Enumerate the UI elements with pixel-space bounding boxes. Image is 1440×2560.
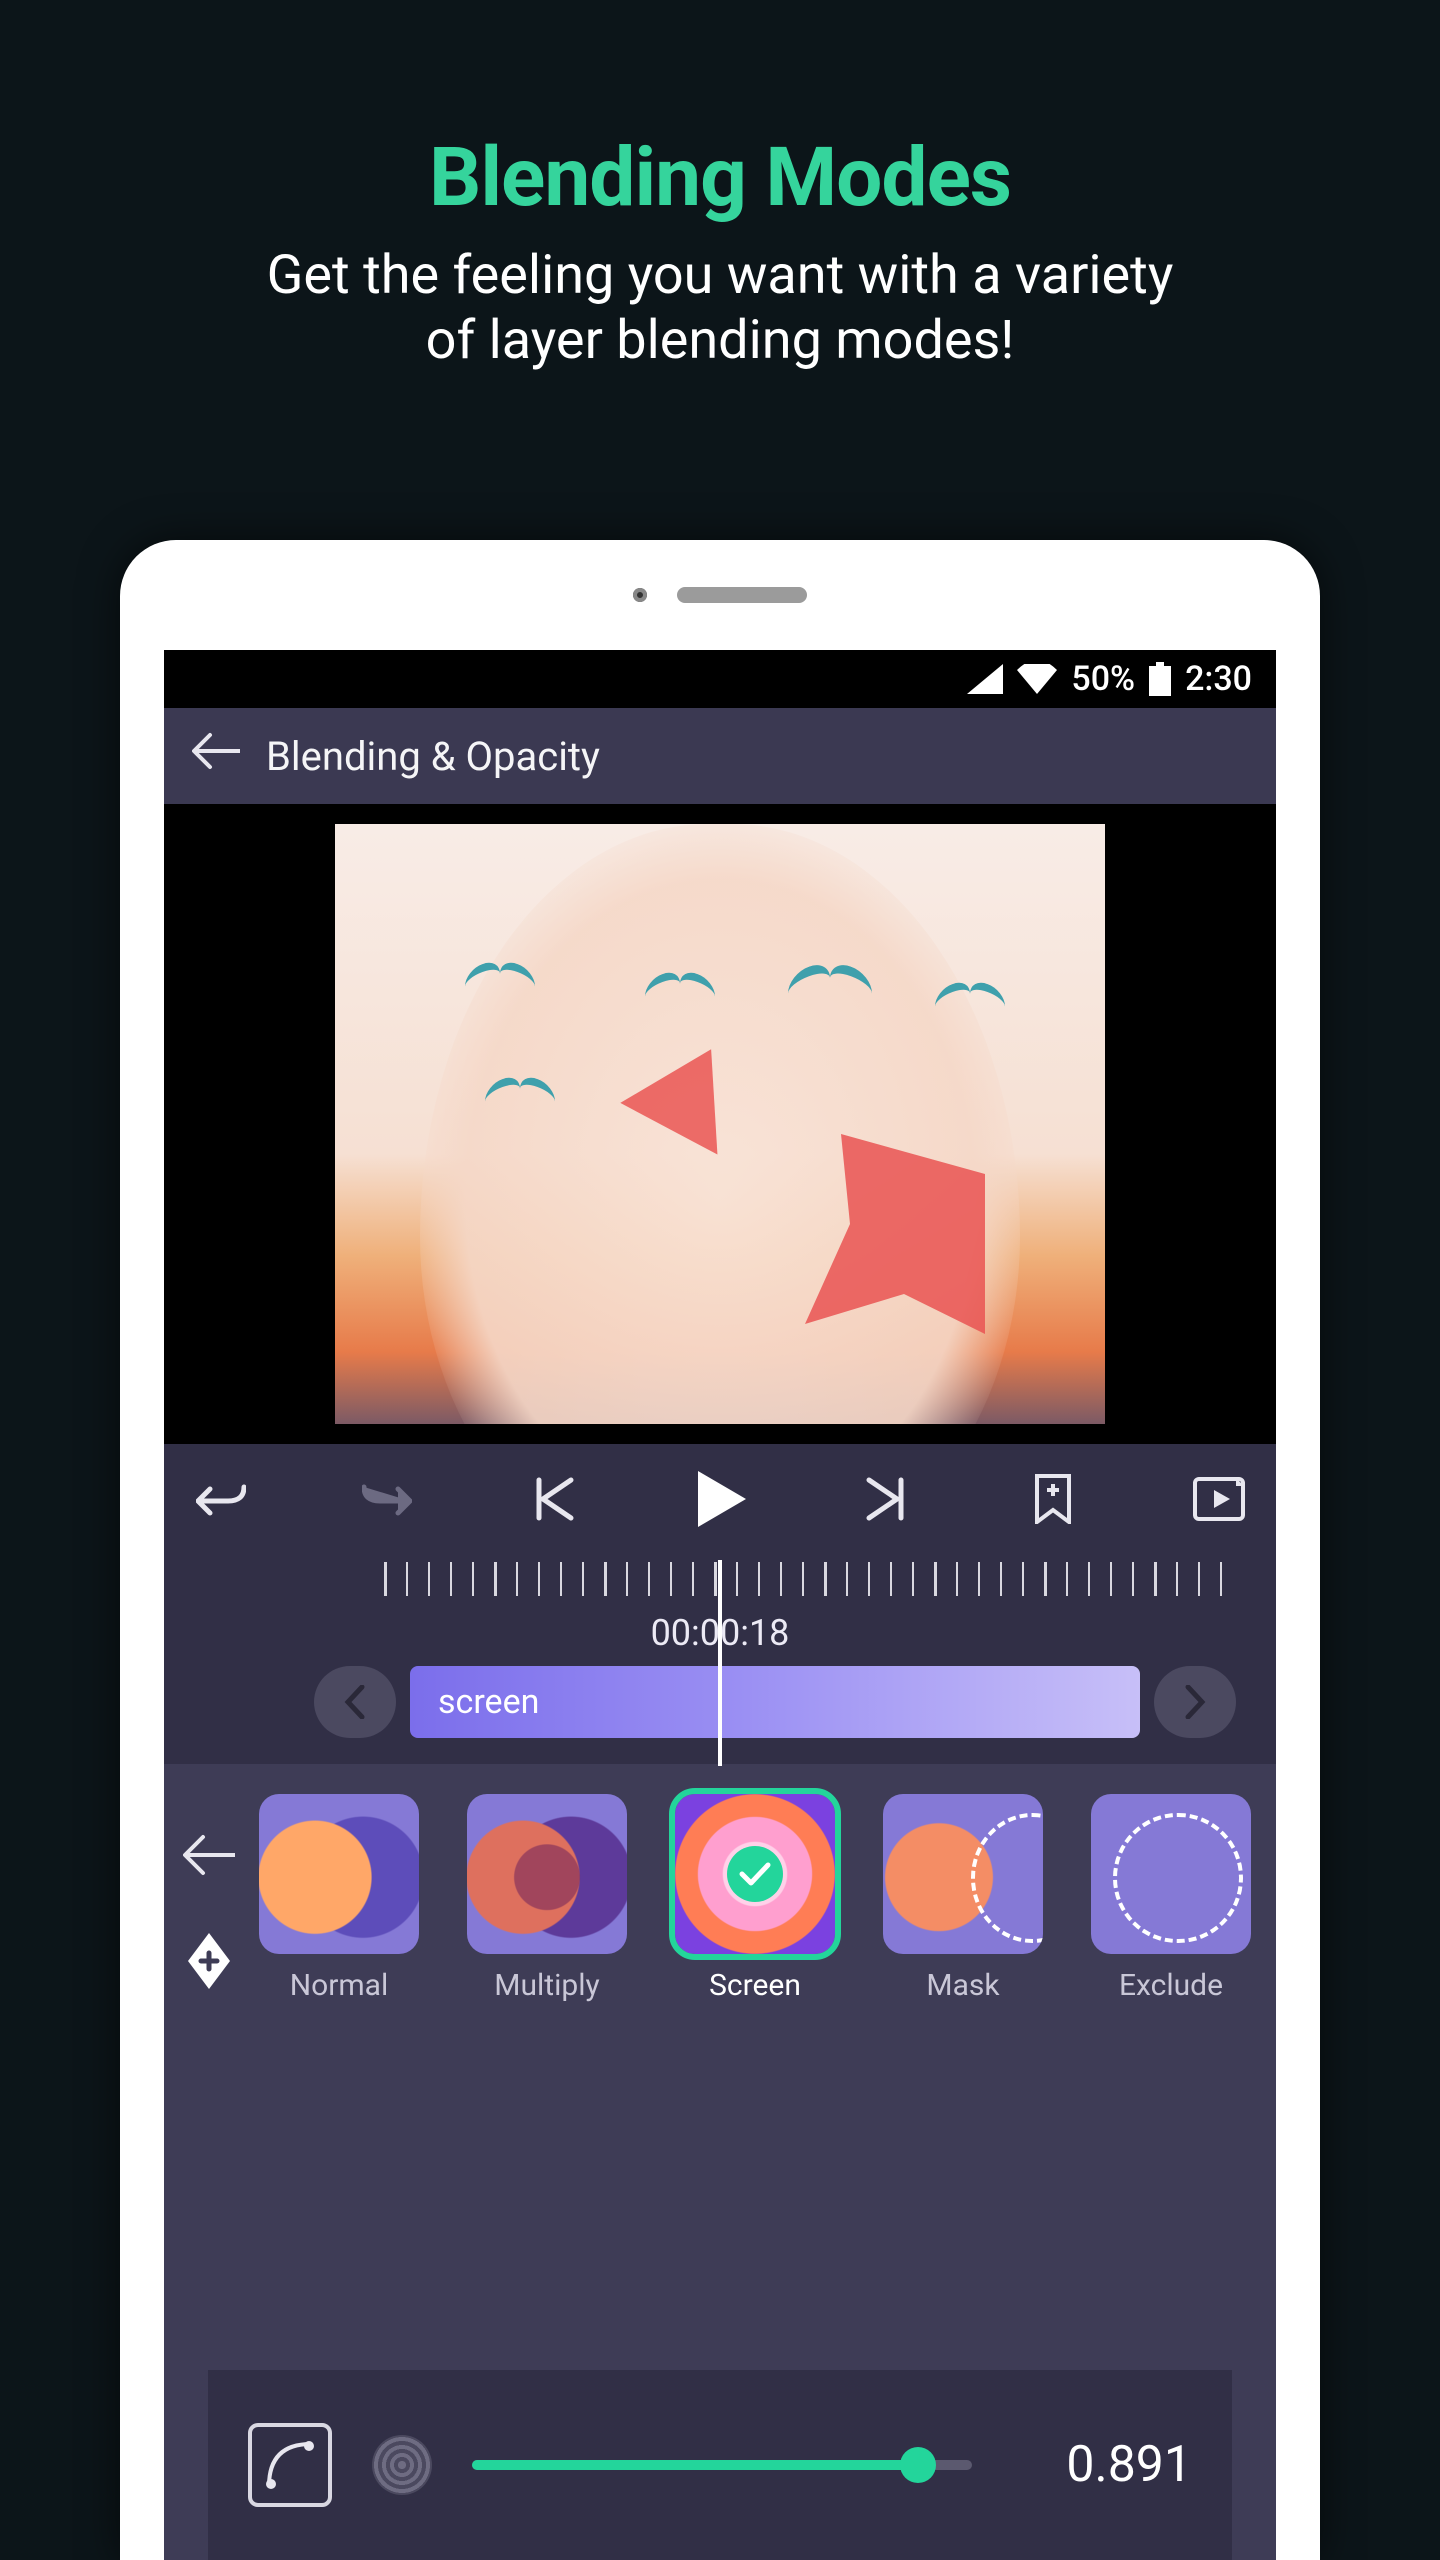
app-bar-title: Blending & Opacity xyxy=(266,733,600,780)
loop-button[interactable] xyxy=(1192,1472,1246,1526)
loop-icon xyxy=(1192,1476,1246,1522)
bookmark-add-icon xyxy=(1033,1474,1073,1524)
speaker-grille xyxy=(677,587,807,603)
chevron-right-icon xyxy=(1184,1685,1206,1719)
transport-controls xyxy=(164,1444,1276,1554)
undo-button[interactable] xyxy=(194,1472,248,1526)
blend-swatch-exclude xyxy=(1091,1794,1251,1954)
tablet-frame: 50% 2:30 Blending & Opacity xyxy=(120,540,1320,2560)
front-camera xyxy=(633,588,647,602)
curve-editor-button[interactable] xyxy=(248,2423,332,2507)
app-screen: 50% 2:30 Blending & Opacity xyxy=(164,650,1276,2560)
blend-swatch-normal xyxy=(259,1794,419,1954)
seek-start-icon xyxy=(531,1476,577,1522)
opacity-slider[interactable] xyxy=(472,2460,972,2470)
blend-swatch-mask xyxy=(883,1794,1043,1954)
back-button[interactable] xyxy=(192,731,240,781)
seek-end-icon xyxy=(863,1476,909,1522)
tablet-bezel xyxy=(120,540,1320,650)
blend-label-normal: Normal xyxy=(290,1968,389,2003)
bookmark-add-button[interactable] xyxy=(1026,1472,1080,1526)
preview-image xyxy=(335,824,1105,1424)
android-status-bar: 50% 2:30 xyxy=(164,650,1276,708)
hero-subtitle-line1: Get the feeling you want with a variety xyxy=(267,244,1174,307)
undo-icon xyxy=(196,1479,246,1519)
selected-check-icon xyxy=(727,1846,783,1902)
battery-percent: 50% xyxy=(1071,659,1135,699)
opacity-slider-row: 0.891 xyxy=(208,2370,1232,2560)
panel-back-button[interactable] xyxy=(183,1834,235,1876)
play-icon xyxy=(694,1471,746,1527)
opacity-icon xyxy=(372,2435,432,2495)
clip-label: screen xyxy=(438,1682,539,1722)
chevron-left-icon xyxy=(344,1685,366,1719)
seek-start-button[interactable] xyxy=(527,1472,581,1526)
opacity-value: 0.891 xyxy=(1012,2436,1192,2494)
seek-end-button[interactable] xyxy=(859,1472,913,1526)
clip-prev-button[interactable] xyxy=(314,1666,396,1738)
app-bar: Blending & Opacity xyxy=(164,708,1276,804)
blend-label-multiply: Multiply xyxy=(494,1968,599,2003)
arrow-left-thin-icon xyxy=(183,1834,235,1876)
clip-next-button[interactable] xyxy=(1154,1666,1236,1738)
battery-icon xyxy=(1149,662,1171,696)
signal-icon xyxy=(967,664,1003,694)
timeline[interactable]: 00:00:18 screen xyxy=(164,1554,1276,1764)
preview-canvas[interactable] xyxy=(164,804,1276,1444)
wifi-icon xyxy=(1017,664,1057,694)
curve-icon xyxy=(265,2440,315,2490)
hero-subtitle-line2: of layer blending modes! xyxy=(426,309,1015,372)
timeline-clip[interactable]: screen xyxy=(410,1666,1140,1738)
hero-subtitle: Get the feeling you want with a variety … xyxy=(0,244,1440,374)
diamond-plus-icon xyxy=(186,1931,232,1991)
blend-label-mask: Mask xyxy=(926,1968,999,2003)
playhead[interactable] xyxy=(718,1560,722,1766)
blend-label-screen: Screen xyxy=(709,1968,801,2003)
timeline-ruler xyxy=(384,1562,1236,1596)
opacity-slider-thumb[interactable] xyxy=(900,2447,936,2483)
play-button[interactable] xyxy=(693,1472,747,1526)
redo-button xyxy=(360,1472,414,1526)
add-layer-button[interactable] xyxy=(186,1931,232,1991)
redo-icon xyxy=(362,1479,412,1519)
clock-text: 2:30 xyxy=(1185,659,1252,699)
arrow-left-icon xyxy=(192,731,240,771)
blend-swatch-multiply xyxy=(467,1794,627,1954)
blend-swatch-screen xyxy=(675,1794,835,1954)
hero-title: Blending Modes xyxy=(0,130,1440,226)
blend-label-exclude: Exclude xyxy=(1119,1968,1223,2003)
